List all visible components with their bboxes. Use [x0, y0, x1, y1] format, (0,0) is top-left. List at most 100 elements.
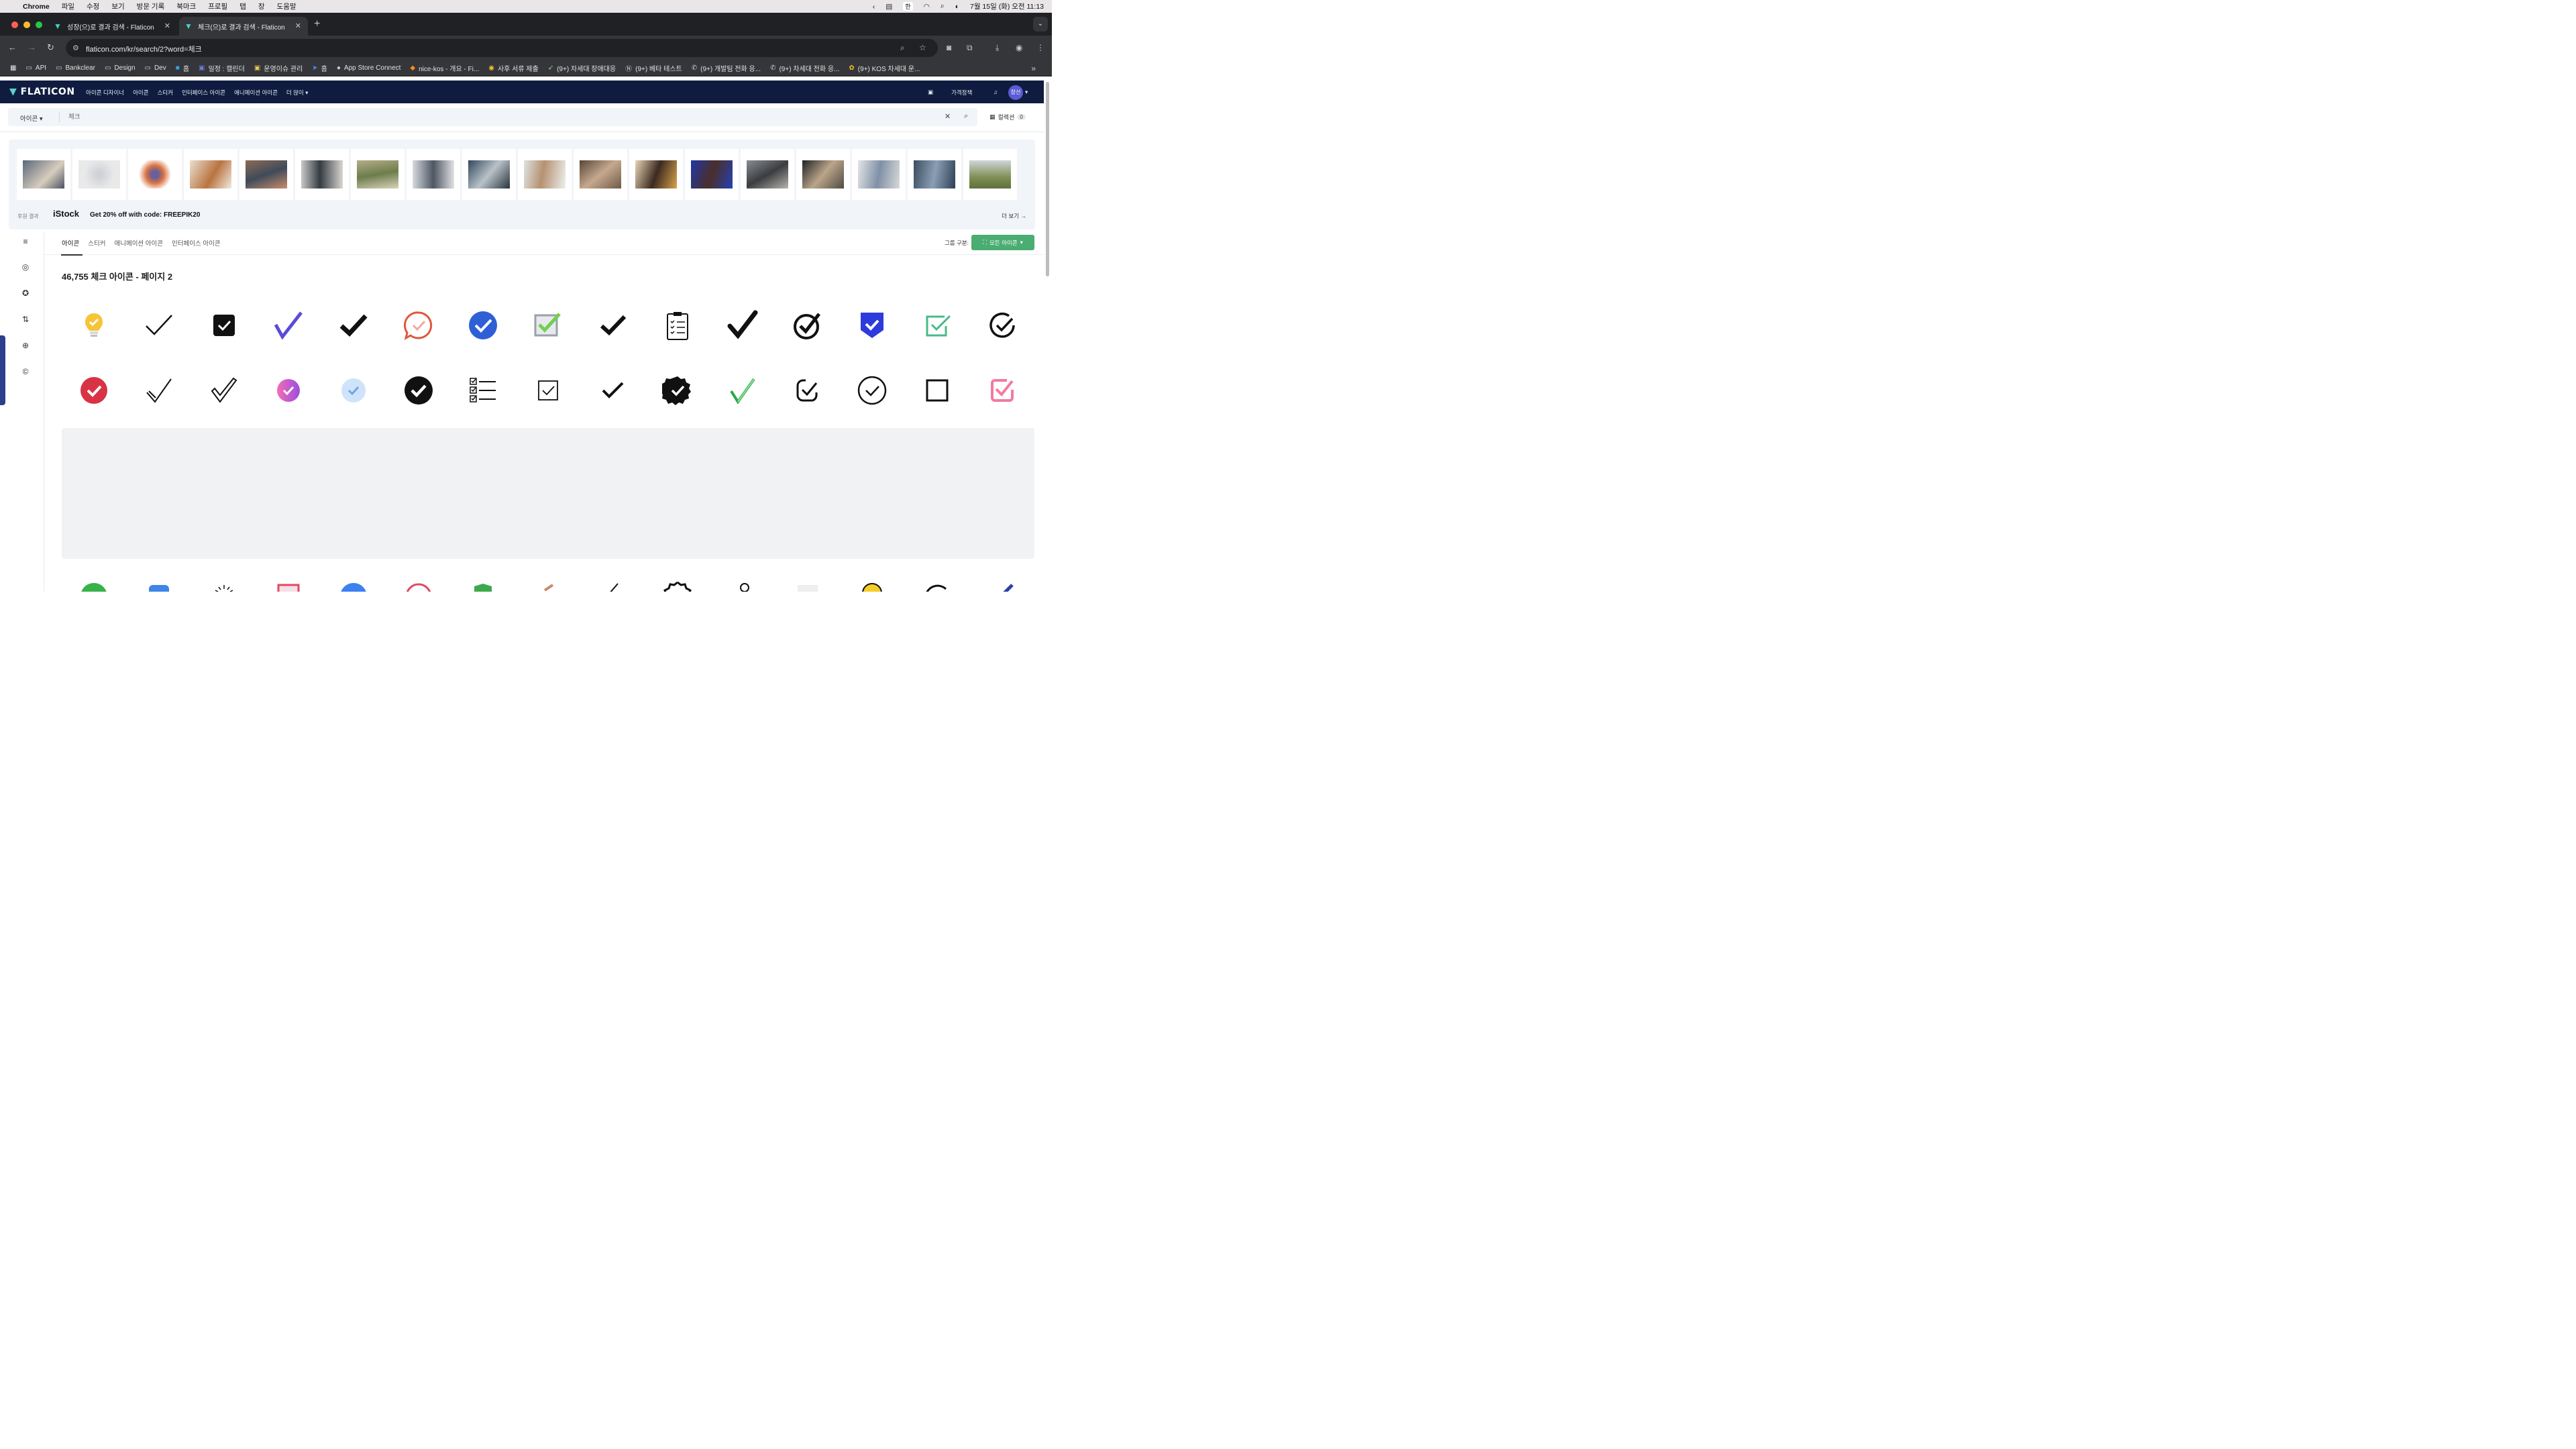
verified-badge-icon[interactable]	[645, 358, 710, 423]
bookmark-item[interactable]: ➤ 홈	[312, 63, 327, 73]
bookmark-item[interactable]: ▭ API	[25, 64, 46, 72]
check-circle-pink-icon[interactable]	[386, 581, 451, 592]
menu-profile[interactable]: 프로필	[208, 1, 227, 11]
star-badge-icon[interactable]: ✪	[20, 288, 31, 299]
checkmark-bold-icon[interactable]	[321, 292, 386, 358]
bookmark-item[interactable]: ◆ nice-kos - 개요 - Fi...	[410, 63, 479, 73]
checklist-icon[interactable]	[451, 358, 516, 423]
extensions-icon[interactable]: ⧉	[967, 43, 973, 53]
checkbox-red-frame-icon[interactable]	[256, 581, 321, 592]
shield-check-green-icon[interactable]	[451, 581, 516, 592]
control-center-icon[interactable]: ◐	[955, 3, 959, 11]
bookmark-item[interactable]: ➶ (9+) 차세대 장애대응	[548, 63, 616, 73]
checkbox-rounded-icon[interactable]	[775, 358, 840, 423]
search-type-select[interactable]: 아이콘 ▾	[20, 113, 43, 123]
stock-photo-thumbnail[interactable]	[295, 149, 349, 200]
check-circle-green-icon[interactable]	[62, 581, 127, 592]
tab-search-icon[interactable]: ⌄	[1033, 17, 1048, 32]
checkbox-blue-icon[interactable]	[127, 581, 192, 592]
avatar[interactable]: 창선	[1008, 85, 1023, 100]
forward-icon[interactable]: →	[28, 42, 36, 52]
checkbox-outline-icon[interactable]	[516, 358, 581, 423]
group-by-dropdown[interactable]: ⛶ 모든 아이콘 ▾	[971, 235, 1034, 250]
clear-search-icon[interactable]: ✕	[945, 112, 951, 121]
bookmarks-overflow-icon[interactable]: »	[1031, 64, 1036, 73]
stock-photo-thumbnail[interactable]	[796, 149, 850, 200]
person-check-icon[interactable]	[710, 581, 775, 592]
stock-photo-thumbnail[interactable]	[184, 149, 237, 200]
checkmark-line-icon[interactable]	[580, 581, 645, 592]
istock-more-link[interactable]: 더 보기 →	[1002, 212, 1026, 220]
pencil-check-icon[interactable]	[516, 581, 581, 592]
document-check-icon[interactable]	[775, 581, 840, 592]
bookmark-item[interactable]: ▭ Bankclear	[56, 64, 95, 72]
site-settings-icon[interactable]: ⚙	[72, 44, 79, 52]
stock-photo-thumbnail[interactable]	[629, 149, 683, 200]
stock-photo-thumbnail[interactable]	[741, 149, 794, 200]
sidebar-collapse-handle[interactable]	[0, 335, 5, 405]
search-input[interactable]	[68, 112, 927, 119]
chat-check-icon[interactable]	[386, 292, 451, 358]
checkbox-pink-icon[interactable]	[969, 358, 1034, 423]
download-icon[interactable]: ⤓	[996, 43, 999, 53]
checkmark-regular-icon[interactable]	[580, 358, 645, 423]
spotlight-search-icon[interactable]: ⌕	[941, 2, 945, 11]
keyboard-icon[interactable]: ▤	[885, 3, 892, 11]
checkbox-outline-green-icon[interactable]	[905, 292, 970, 358]
badge-outline-icon[interactable]	[645, 581, 710, 592]
input-method-indicator[interactable]: 한	[903, 2, 913, 11]
checkmark-outline-icon[interactable]	[191, 358, 256, 423]
language-icon[interactable]: ▣	[928, 89, 933, 96]
stock-photo-thumbnail[interactable]	[462, 149, 516, 200]
stock-photo-thumbnail[interactable]	[963, 149, 1017, 200]
bookmark-item[interactable]: ▣ 운영이슈 관리	[254, 63, 303, 73]
target-icon[interactable]: ⊕	[20, 341, 31, 352]
bookmark-item[interactable]: ● App Store Connect	[337, 64, 401, 72]
stock-photo-thumbnail[interactable]	[852, 149, 906, 200]
address-bar[interactable]: ⚙ flaticon.com/kr/search/2?word=체크 ⌕ ☆	[66, 39, 938, 57]
bookmark-item[interactable]: ◉ 사후 서류 제출	[488, 63, 539, 73]
search-icon[interactable]: ⌕	[964, 112, 968, 121]
tab-animated-icons[interactable]: 애니메이션 아이콘	[114, 238, 163, 248]
nav-icons[interactable]: 아이콘	[133, 89, 148, 97]
menu-app[interactable]: Chrome	[23, 3, 50, 11]
menu-window[interactable]: 창	[258, 1, 265, 11]
tab-stickers[interactable]: 스티커	[88, 238, 105, 248]
sort-icon[interactable]: ⇅	[20, 315, 31, 325]
lightbulb-check-icon[interactable]	[62, 292, 127, 358]
caret-down-icon[interactable]: ▾	[1025, 89, 1028, 96]
check-circle-blue-icon[interactable]	[451, 292, 516, 358]
check-circle-light-blue-icon[interactable]	[321, 358, 386, 423]
checkmark-sketch-icon[interactable]	[127, 358, 192, 423]
menu-history[interactable]: 방문 기록	[137, 1, 165, 11]
scrollbar-thumb[interactable]	[1046, 82, 1049, 276]
bookmark-item[interactable]: ■ 홈	[176, 63, 189, 73]
menu-file[interactable]: 파일	[62, 1, 74, 11]
pencil-yellow-check-icon[interactable]	[840, 581, 905, 592]
browser-tab[interactable]: ▼ 성장(으)로 결과 검색 - Flaticon ✕	[48, 17, 177, 36]
close-tab-icon[interactable]: ✕	[164, 21, 170, 30]
checkmark-heavy-icon[interactable]	[580, 292, 645, 358]
back-icon[interactable]: ←	[8, 42, 17, 52]
nav-more[interactable]: 더 많이 ▾	[286, 89, 308, 97]
check-circle-black-icon[interactable]	[386, 358, 451, 423]
screenshot-icon[interactable]: ◙	[947, 43, 951, 52]
bookmark-star-icon[interactable]: ☆	[919, 43, 926, 52]
profile-icon[interactable]: ◉	[1016, 43, 1022, 52]
tab-interface-icons[interactable]: 인터페이스 아이콘	[172, 238, 221, 248]
menu-tab[interactable]: 탭	[239, 1, 246, 11]
close-tab-icon[interactable]: ✕	[295, 21, 301, 30]
menubar-clock[interactable]: 7월 15일 (화) 오전 11:13	[970, 1, 1044, 11]
sparkle-check-icon[interactable]	[191, 581, 256, 592]
stock-photo-thumbnail[interactable]	[128, 149, 182, 200]
stock-photo-thumbnail[interactable]	[17, 149, 70, 200]
check-circle-gradient-icon[interactable]	[256, 358, 321, 423]
nav-icon-designer[interactable]: 아이콘 디자이너	[86, 89, 124, 97]
menu-edit[interactable]: 수정	[87, 1, 99, 11]
minimize-window-button[interactable]	[23, 21, 30, 28]
check-circle-outline-icon[interactable]	[775, 292, 840, 358]
stock-photo-thumbnail[interactable]	[908, 149, 961, 200]
filters-icon[interactable]: ≡	[20, 237, 31, 248]
reload-icon[interactable]: ↻	[47, 42, 54, 53]
zoom-window-button[interactable]	[36, 21, 42, 28]
